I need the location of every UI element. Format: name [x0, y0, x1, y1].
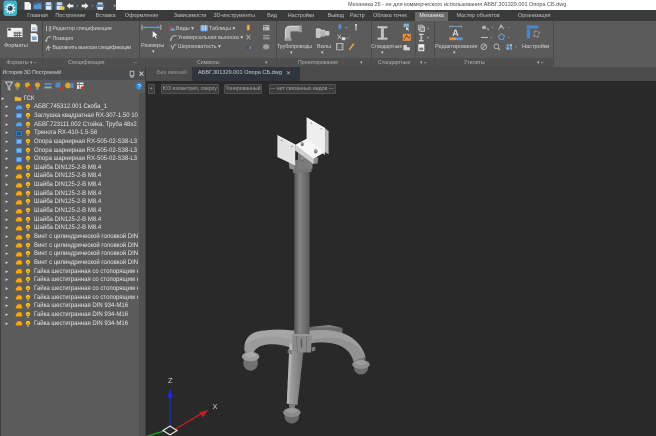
svg-text:Z: Z	[168, 376, 173, 385]
svg-text:A: A	[452, 28, 459, 38]
svg-text:X: X	[213, 402, 218, 411]
